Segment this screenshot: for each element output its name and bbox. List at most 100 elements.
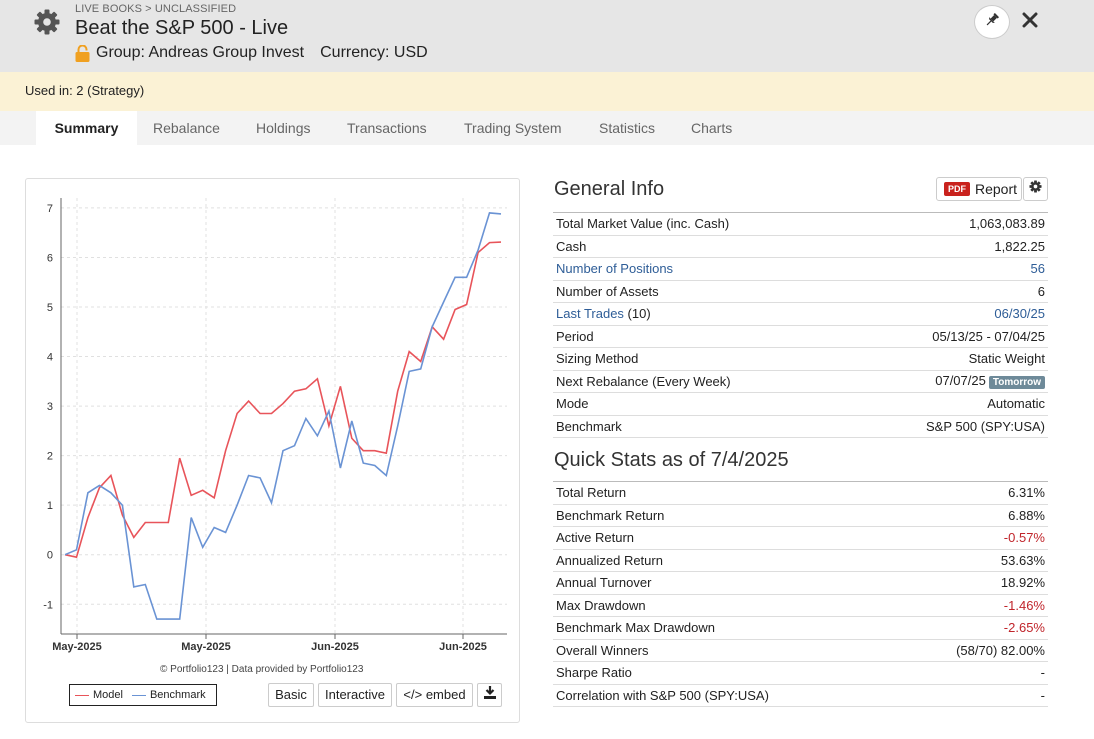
row-value: 6 <box>845 280 1048 303</box>
row-value: Static Weight <box>845 347 1048 371</box>
row-value: -1.46% <box>898 594 1048 617</box>
table-row: Number of Assets 6 <box>553 280 1048 303</box>
embed-button[interactable]: </> embed <box>396 683 473 707</box>
row-label: Overall Winners <box>553 639 899 662</box>
y-tick-label: 2 <box>47 451 53 463</box>
download-icon <box>483 684 496 706</box>
row-label: Benchmark Return <box>553 504 899 527</box>
row-label: Annual Turnover <box>553 571 899 595</box>
pin-icon <box>984 12 1000 33</box>
table-row: Total Return 6.31% <box>553 481 1048 505</box>
number-of-positions-value[interactable]: 56 <box>845 257 1048 281</box>
y-tick-label: -1 <box>43 599 53 611</box>
tab-charts[interactable]: Charts <box>691 111 732 145</box>
row-value: 18.92% <box>898 571 1048 595</box>
row-label: Sharpe Ratio <box>553 661 899 685</box>
lock-icon <box>75 44 90 62</box>
header-bar: LIVE BOOKS > UNCLASSIFIED Beat the S&P 5… <box>0 0 1094 72</box>
row-label: Total Market Value (inc. Cash) <box>553 212 846 236</box>
pdf-badge: PDF <box>944 182 970 196</box>
group-label: Group: Andreas Group Invest <box>96 44 305 61</box>
row-label: Total Return <box>553 481 899 505</box>
currency-label: Currency: USD <box>320 44 428 61</box>
row-value: -0.57% <box>898 526 1048 550</box>
row-label: Mode <box>553 392 846 416</box>
row-label: Number of Assets <box>553 280 846 303</box>
last-trades-link[interactable]: Last Trades <box>556 306 624 321</box>
x-tick-label: Jun-2025 <box>439 641 487 653</box>
benchmark-legend-swatch <box>131 694 146 696</box>
last-trades-count: (10) <box>623 306 651 322</box>
row-value: 05/13/25 - 07/04/25 <box>845 325 1048 348</box>
general-info-title: General Info <box>554 178 665 200</box>
table-row: Next Rebalance (Every Week) 07/07/25 Tomor… <box>553 370 1048 393</box>
y-tick-label: 6 <box>47 252 53 264</box>
tab-statistics[interactable]: Statistics <box>599 111 655 145</box>
report-settings-button[interactable] <box>1023 177 1048 201</box>
row-label: Benchmark <box>553 415 846 438</box>
tab-trading-system[interactable]: Trading System <box>464 111 562 145</box>
y-tick-label: 5 <box>47 302 53 314</box>
table-row: Sharpe Ratio - <box>553 661 1048 685</box>
x-tick-label: May-2025 <box>52 641 102 653</box>
performance-chart[interactable]: -1 0 1 2 3 4 5 6 7 May-2025 May-2025 Jun-2025 Jun-20… <box>25 180 520 660</box>
benchmark-series-line <box>64 212 502 620</box>
chart-legend[interactable]: Model Benchmark <box>69 684 217 706</box>
pin-button[interactable] <box>974 5 1010 39</box>
basic-button[interactable]: Basic <box>268 683 314 707</box>
table-row: Annual Turnover 18.92% <box>553 571 1048 595</box>
table-row: Number of Positions 56 <box>553 257 1048 281</box>
tab-transactions[interactable]: Transactions <box>347 111 427 145</box>
table-row: Correlation with S&P 500 (SPY:USA) - <box>553 684 1048 707</box>
table-row: Mode Automatic <box>553 392 1048 416</box>
tab-rebalance[interactable]: Rebalance <box>153 111 220 145</box>
tab-summary[interactable]: Summary <box>36 111 137 145</box>
tab-holdings[interactable]: Holdings <box>256 111 310 145</box>
y-tick-label: 3 <box>47 401 53 413</box>
row-value: 1,822.25 <box>845 235 1048 258</box>
quick-stats-table: Total Return 6.31% Benchmark Return 6.88% … <box>553 481 1048 707</box>
x-tick-label: Jun-2025 <box>311 641 359 653</box>
close-button[interactable] <box>1018 10 1042 34</box>
general-info-table: Total Market Value (inc. Cash) 1,063,083.… <box>553 212 1048 438</box>
breadcrumb[interactable]: LIVE BOOKS > UNCLASSIFIED <box>75 3 236 15</box>
table-row: Overall Winners (58/70) 82.00% <box>553 639 1048 662</box>
table-row: Sizing Method Static Weight <box>553 347 1048 371</box>
gear-icon[interactable] <box>33 8 61 36</box>
x-tick-label: May-2025 <box>181 641 231 653</box>
table-row: Benchmark Max Drawdown -2.65% <box>553 616 1048 640</box>
last-trades-value[interactable]: 06/30/25 <box>845 302 1048 326</box>
gear-icon <box>1029 180 1042 198</box>
row-label: Benchmark Max Drawdown <box>553 616 899 640</box>
page-title: Beat the S&P 500 - Live <box>75 17 289 39</box>
next-rebalance-cell: 07/07/25 Tomorrow <box>845 370 1048 393</box>
pdf-report-button[interactable]: PDF Report <box>936 177 1022 201</box>
table-row: Last Trades (10) 06/30/25 <box>553 302 1048 326</box>
report-label: Report <box>975 181 1018 197</box>
used-in-text[interactable]: Used in: 2 (Strategy) <box>25 83 144 98</box>
row-value: 53.63% <box>898 549 1048 572</box>
y-tick-label: 7 <box>47 203 53 215</box>
row-value: 1,063,083.89 <box>845 212 1048 236</box>
table-row: Benchmark S&P 500 (SPY:USA) <box>553 415 1048 438</box>
row-value: -2.65% <box>898 616 1048 640</box>
row-value: 6.31% <box>898 481 1048 505</box>
table-row: Active Return -0.57% <box>553 526 1048 550</box>
tomorrow-badge: Tomorrow <box>988 376 1045 390</box>
interactive-button[interactable]: Interactive <box>318 683 392 707</box>
table-row: Period 05/13/25 - 07/04/25 <box>553 325 1048 348</box>
model-legend-swatch <box>75 694 89 696</box>
row-label: Max Drawdown <box>553 594 899 617</box>
quick-stats-title: Quick Stats as of 7/4/2025 <box>554 449 789 471</box>
legend-benchmark-label: Benchmark <box>149 689 206 701</box>
download-button[interactable] <box>477 683 502 707</box>
number-of-positions-link[interactable]: Number of Positions <box>553 257 846 281</box>
y-tick-label: 1 <box>47 500 53 512</box>
book-meta: Group: Andreas Group Invest Currency: US… <box>75 44 428 62</box>
row-value: Automatic <box>845 392 1048 416</box>
model-series-line <box>64 241 502 559</box>
chart-credit[interactable]: © Portfolio123 | Data provided by Portfo… <box>160 664 363 675</box>
table-row: Total Market Value (inc. Cash) 1,063,083.… <box>553 212 1048 236</box>
table-row: Cash 1,822.25 <box>553 235 1048 258</box>
row-label: Active Return <box>553 526 899 550</box>
